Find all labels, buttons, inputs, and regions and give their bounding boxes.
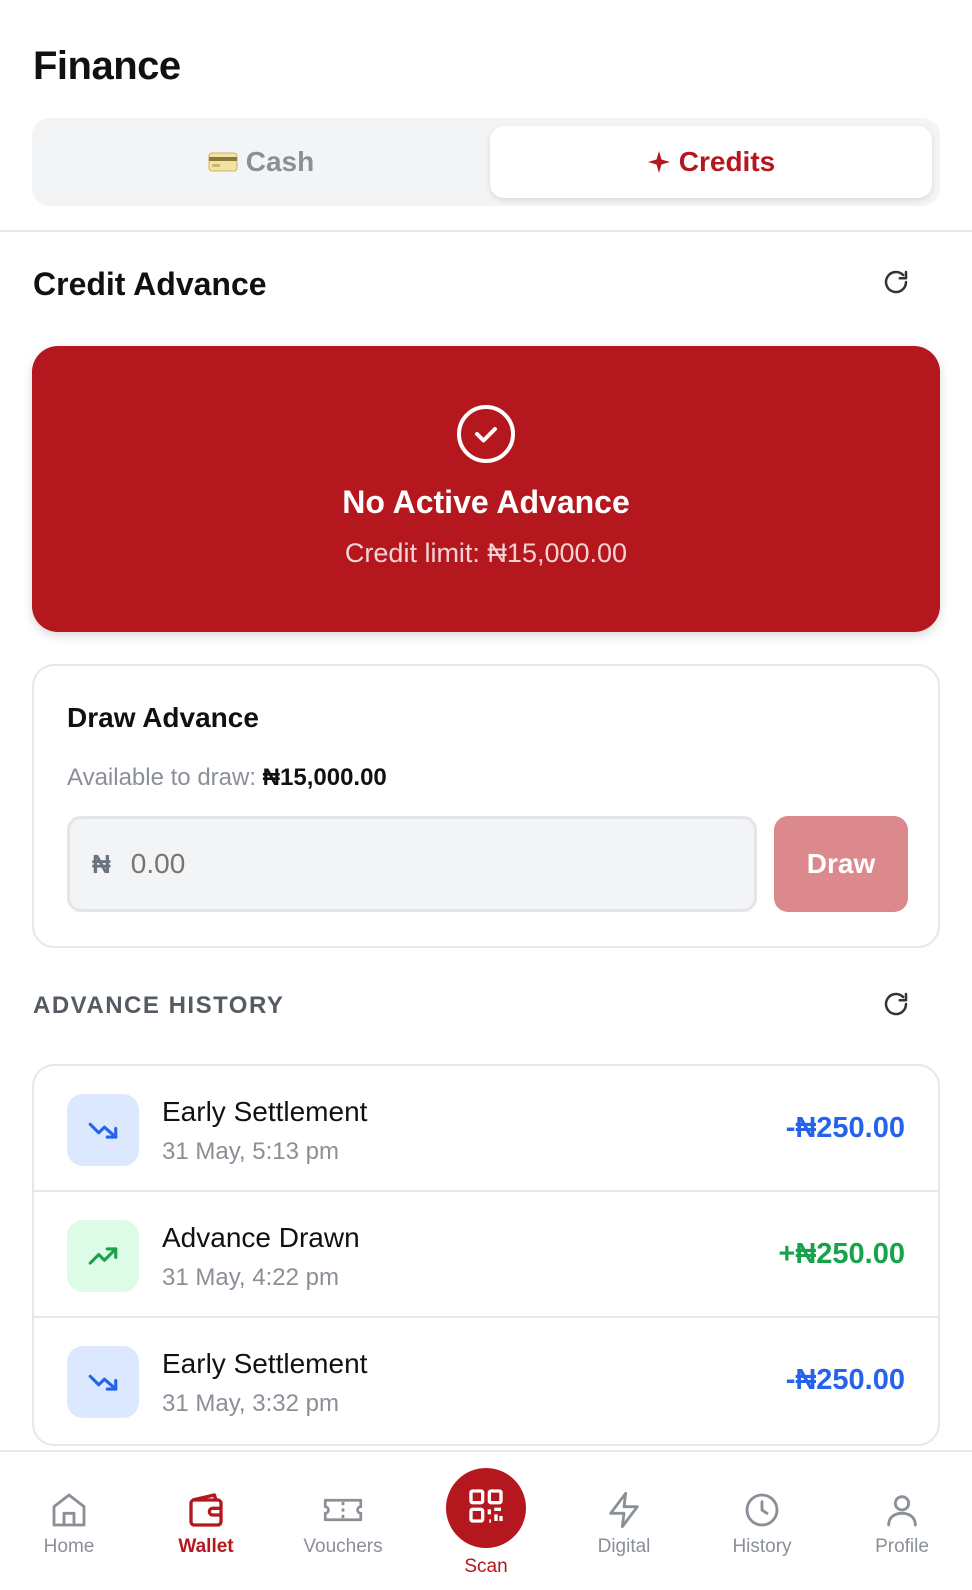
clock-icon [707, 1488, 817, 1532]
finance-tab-switcher: Cash Credits [32, 118, 940, 206]
credit-advance-title: Credit Advance [33, 266, 267, 302]
advance-status-title: No Active Advance [342, 484, 630, 520]
lightning-icon [569, 1488, 679, 1532]
nav-profile[interactable]: Profile [847, 1488, 957, 1558]
draw-button[interactable]: Draw [774, 816, 908, 912]
refresh-icon[interactable] [878, 264, 914, 300]
trending-up-icon [67, 1220, 139, 1292]
nav-profile-label: Profile [875, 1536, 929, 1557]
credit-card-icon [208, 151, 238, 173]
nav-digital-label: Digital [597, 1536, 651, 1557]
history-date: 31 May, 5:13 pm [162, 1138, 339, 1165]
history-label: Early Settlement [162, 1348, 368, 1379]
wallet-icon [151, 1488, 261, 1532]
history-row[interactable]: Early Settlement 31 May, 5:13 pm -₦250.0… [34, 1066, 938, 1192]
available-value: ₦15,000.00 [262, 764, 387, 791]
bottom-nav: Home Wallet Vouchers Scan Digital Histor… [0, 1450, 972, 1590]
scan-button[interactable] [446, 1468, 526, 1548]
advance-history-title: ADVANCE HISTORY [33, 992, 285, 1019]
nav-history-label: History [732, 1536, 792, 1557]
nav-wallet[interactable]: Wallet [151, 1488, 261, 1558]
page-title: Finance [33, 44, 181, 88]
history-label: Advance Drawn [162, 1222, 360, 1253]
available-to-draw: Available to draw: ₦15,000.00 [67, 764, 387, 792]
tab-credits[interactable]: Credits [490, 126, 932, 198]
ticket-icon [288, 1488, 398, 1532]
nav-digital[interactable]: Digital [569, 1488, 679, 1558]
history-refresh-icon[interactable] [878, 986, 914, 1022]
home-icon [14, 1488, 124, 1532]
history-date: 31 May, 4:22 pm [162, 1264, 339, 1291]
nav-home[interactable]: Home [14, 1488, 124, 1558]
content-scroll[interactable]: Credit Advance No Active Advance Credit … [0, 234, 972, 1450]
history-amount: +₦250.00 [778, 1238, 905, 1270]
check-circle-icon [454, 402, 518, 466]
user-icon [847, 1488, 957, 1532]
draw-advance-card: Draw Advance Available to draw: ₦15,000.… [32, 664, 940, 948]
history-date: 31 May, 3:32 pm [162, 1390, 339, 1417]
currency-symbol: ₦ [92, 848, 111, 879]
advance-history-list: Early Settlement 31 May, 5:13 pm -₦250.0… [32, 1064, 940, 1446]
history-row[interactable]: Early Settlement 31 May, 3:32 pm -₦250.0… [34, 1318, 938, 1444]
tab-cash-label: Cash [245, 146, 315, 177]
available-label: Available to draw: [67, 764, 256, 791]
sparkle-icon [647, 150, 671, 174]
nav-wallet-label: Wallet [178, 1536, 234, 1557]
credit-limit-text: Credit limit: ₦15,000.00 [344, 538, 628, 568]
nav-scan-label[interactable]: Scan [436, 1556, 536, 1578]
trending-down-icon [67, 1346, 139, 1418]
nav-home-label: Home [43, 1536, 95, 1557]
app-header: Finance Cash Credits [0, 0, 972, 232]
tab-cash[interactable]: Cash [40, 126, 482, 198]
draw-amount-input[interactable] [130, 848, 691, 880]
trending-down-icon [67, 1094, 139, 1166]
nav-vouchers[interactable]: Vouchers [288, 1488, 398, 1558]
qr-code-icon [466, 1486, 506, 1531]
history-amount: -₦250.00 [785, 1364, 905, 1396]
history-row[interactable]: Advance Drawn 31 May, 4:22 pm +₦250.00 [34, 1192, 938, 1318]
draw-amount-field[interactable]: ₦ [67, 816, 757, 912]
draw-advance-title: Draw Advance [67, 702, 259, 733]
history-amount: -₦250.00 [785, 1112, 905, 1144]
tab-credits-label: Credits [678, 146, 776, 177]
nav-history[interactable]: History [707, 1488, 817, 1558]
advance-status-card: No Active Advance Credit limit: ₦15,000.… [32, 346, 940, 632]
nav-vouchers-label: Vouchers [303, 1536, 383, 1557]
history-label: Early Settlement [162, 1096, 368, 1127]
